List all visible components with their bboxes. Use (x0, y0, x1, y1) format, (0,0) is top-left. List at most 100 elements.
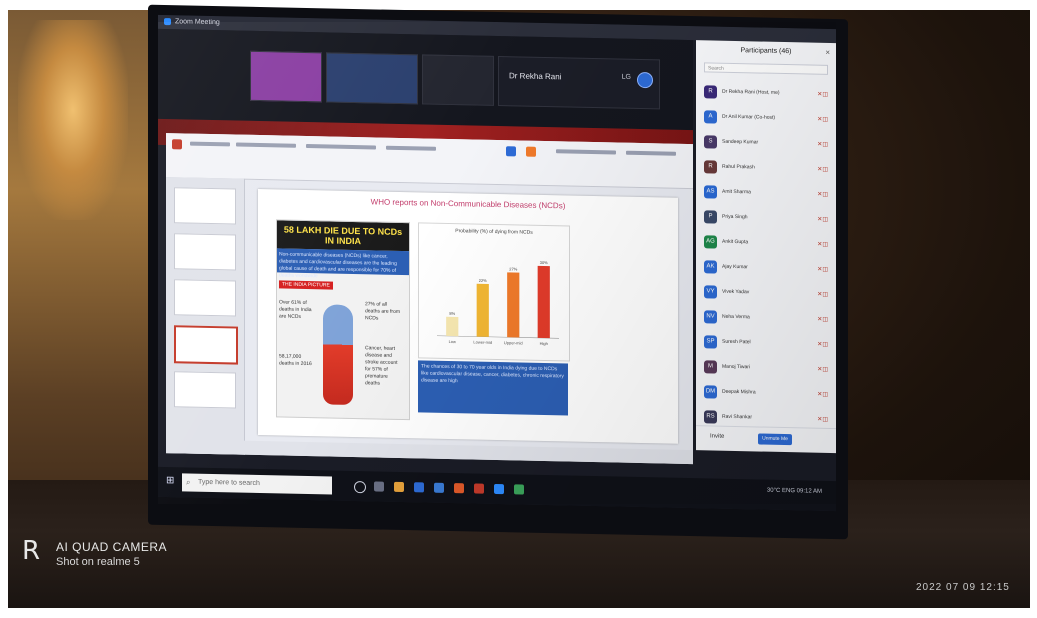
participant-row[interactable]: A Dr Anil Kumar (Co-host) ✕◫ (696, 105, 836, 133)
video-tile[interactable] (326, 52, 418, 105)
file-explorer-icon[interactable] (394, 481, 404, 493)
avatar: DM (704, 385, 717, 399)
ribbon-group[interactable] (306, 143, 376, 150)
participant-row[interactable]: AG Ankit Gupta ✕◫ (696, 230, 836, 258)
participant-row[interactable]: R Dr Rekha Rani (Host, me) ✕◫ (696, 80, 836, 108)
participant-row[interactable]: S Sandeep Kumar ✕◫ (696, 130, 836, 158)
participant-name: Neha Verma (722, 313, 750, 321)
realme-logo-icon: R (22, 536, 41, 566)
zoom-icon[interactable] (494, 483, 504, 495)
participant-name: Dr Anil Kumar (Co-host) (722, 113, 776, 121)
participant-name: Amit Sharma (722, 188, 751, 196)
chart-bar (507, 272, 520, 338)
task-view-icon[interactable] (374, 481, 384, 492)
slide-thumbnail-selected[interactable] (174, 325, 238, 365)
muted-mic-icon[interactable]: ✕◫ (817, 391, 828, 398)
avatar (637, 71, 653, 89)
mic-label: LG (621, 73, 631, 81)
muted-mic-icon[interactable]: ✕◫ (817, 116, 828, 123)
avatar: P (704, 210, 717, 224)
participant-row[interactable]: M Manoj Tiwari ✕◫ (696, 355, 836, 383)
panel-title: Participants (46) (740, 47, 792, 56)
powerpoint-window: WHO reports on Non-Communicable Diseases… (166, 133, 693, 465)
participant-name: Rahul Prakash (722, 163, 755, 171)
chart-value-label: 27% (509, 266, 517, 271)
bar-chart: Probability (%) of dying from NCDs 8% Low… (418, 222, 570, 362)
muted-mic-icon[interactable]: ✕◫ (817, 341, 828, 348)
windows-start-icon[interactable]: ⊞ (166, 475, 176, 486)
muted-mic-icon[interactable]: ✕◫ (817, 366, 828, 373)
participant-row[interactable]: VY Vivek Yadav ✕◫ (696, 280, 836, 308)
lamp-glow (18, 20, 128, 220)
muted-mic-icon[interactable]: ✕◫ (817, 91, 828, 98)
participant-name: Suresh Patel (722, 338, 751, 346)
shapes-icon[interactable] (506, 146, 516, 157)
muted-mic-icon[interactable]: ✕◫ (817, 191, 828, 198)
close-icon[interactable]: × (825, 48, 830, 57)
powerpoint-icon[interactable] (474, 483, 484, 494)
chart-bar (446, 316, 459, 337)
muted-mic-icon[interactable]: ✕◫ (817, 316, 828, 323)
cortana-icon[interactable] (354, 481, 366, 494)
video-tile[interactable] (250, 50, 322, 103)
slide-thumbnail[interactable] (174, 187, 236, 225)
monitor-screen: Zoom Meeting Dr Rekha Rani LG WHO report… (158, 14, 836, 512)
muted-mic-icon[interactable]: ✕◫ (817, 166, 828, 173)
arrange-icon[interactable] (526, 146, 536, 157)
participant-row[interactable]: NV Neha Verma ✕◫ (696, 305, 836, 333)
ribbon-group[interactable] (556, 149, 616, 155)
ribbon-group[interactable] (386, 145, 436, 151)
participant-row[interactable]: AK Ajay Kumar ✕◫ (696, 255, 836, 283)
slide-thumbnail[interactable] (174, 371, 236, 409)
muted-mic-icon[interactable]: ✕◫ (817, 216, 828, 223)
slide-thumbnail[interactable] (174, 279, 236, 317)
slide-canvas: WHO reports on Non-Communicable Diseases… (258, 188, 678, 444)
muted-mic-icon[interactable]: ✕◫ (817, 416, 828, 423)
browser-icon[interactable] (414, 482, 424, 493)
mail-icon[interactable] (434, 482, 444, 493)
participant-row[interactable]: SP Suresh Patel ✕◫ (696, 330, 836, 358)
participant-name: Sandeep Kumar (722, 138, 759, 146)
muted-mic-icon[interactable]: ✕◫ (817, 266, 828, 273)
participant-row[interactable]: R Rahul Prakash ✕◫ (696, 155, 836, 183)
system-tray[interactable]: 30°C ENG 09:12 AM (767, 488, 822, 495)
slide-thumbnail[interactable] (174, 233, 236, 271)
paste-icon[interactable] (172, 139, 182, 150)
muted-mic-icon[interactable]: ✕◫ (817, 241, 828, 248)
footprint-graphic (323, 304, 353, 405)
chrome-icon[interactable] (514, 484, 524, 495)
avatar: M (704, 360, 717, 374)
participants-panel: Participants (46) × Search R Dr Rekha Ran… (696, 40, 836, 454)
ribbon-group[interactable] (626, 150, 676, 156)
video-tile-host[interactable]: Dr Rekha Rani LG (498, 56, 660, 110)
host-name: Dr Rekha Rani (509, 71, 562, 82)
muted-mic-icon[interactable]: ✕◫ (817, 291, 828, 298)
muted-mic-icon[interactable]: ✕◫ (817, 141, 828, 148)
infographic-body: Over 61% of deaths in India are NCDs 58,… (277, 291, 409, 420)
avatar: VY (704, 285, 717, 299)
watermark-timestamp: 2022 07 09 12:15 (916, 582, 1010, 593)
slide-thumbnails (166, 177, 245, 455)
avatar: SP (704, 335, 717, 349)
stat-text: Cancer, heart disease and stroke account… (365, 345, 398, 387)
avatar: R (704, 85, 717, 99)
taskbar-search-input[interactable]: ⌕ Type here to search (182, 473, 332, 495)
ribbon-group[interactable] (190, 141, 230, 147)
participant-row[interactable]: DM Deepak Mishra ✕◫ (696, 380, 836, 408)
participant-row[interactable]: AS Amit Sharma ✕◫ (696, 180, 836, 208)
avatar: S (704, 135, 717, 149)
invite-button[interactable]: Invite (710, 433, 724, 439)
participant-search-input[interactable]: Search (704, 62, 828, 75)
avatar: AK (704, 260, 717, 274)
stat-text: Over 61% of deaths in India are NCDs (279, 299, 312, 320)
unmute-me-button[interactable]: Unmute Me (758, 433, 792, 446)
participant-name: Vivek Yadav (722, 288, 750, 296)
office-icon[interactable] (454, 483, 464, 494)
ppt-status-bar (166, 439, 693, 465)
video-tile[interactable] (422, 54, 494, 106)
participant-row[interactable]: P Priya Singh ✕◫ (696, 205, 836, 233)
chart-tick-label: Upper-mid (504, 340, 523, 345)
ribbon (166, 133, 693, 190)
chart-tick-label: High (540, 341, 548, 346)
ribbon-group[interactable] (236, 142, 296, 148)
